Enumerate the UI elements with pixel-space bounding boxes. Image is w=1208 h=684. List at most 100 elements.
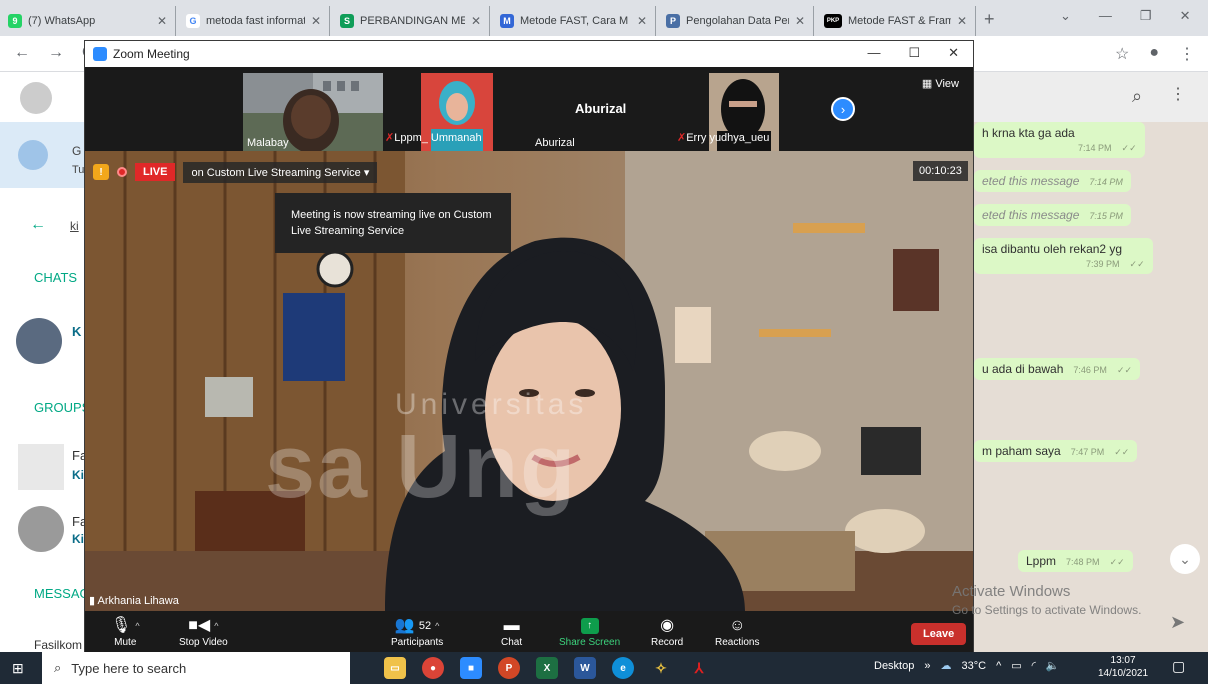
minimize-icon[interactable]: — — [867, 45, 880, 61]
share-screen-button[interactable]: ↑ Share Screen — [559, 615, 620, 648]
reactions-smiley-icon: ☺ — [729, 617, 746, 634]
avatar[interactable] — [16, 318, 62, 364]
close-icon[interactable]: ✕ — [948, 45, 959, 61]
tab-perbandingan[interactable]: S PERBANDINGAN MET ✕ — [332, 6, 490, 36]
tab-metode-fast[interactable]: M Metode FAST, Cara M ✕ — [492, 6, 656, 36]
acrobat-icon[interactable]: ⅄ — [688, 657, 710, 679]
reactions-button[interactable]: ☺ Reactions — [715, 615, 759, 648]
forward-arrow-icon[interactable]: → — [48, 44, 64, 62]
close-tab-icon[interactable]: ✕ — [637, 14, 647, 28]
stop-video-button[interactable]: ■◀ ^ Stop Video — [179, 615, 228, 648]
message-bubble: u ada di bawah 7:46 PM ✓✓ — [974, 358, 1141, 380]
tab-pengolahan-data[interactable]: P Pengolahan Data Pen ✕ — [658, 6, 814, 36]
volume-icon[interactable]: 🔈 — [1046, 659, 1060, 672]
tab-metode-fast-frame[interactable]: PKP Metode FAST & Frame ✕ — [816, 6, 976, 36]
shield-icon[interactable]: ! — [93, 164, 109, 180]
message-time: 7:15 PM — [1089, 211, 1123, 221]
battery-icon[interactable]: ▭ — [1011, 659, 1021, 672]
close-tab-icon[interactable]: ✕ — [471, 14, 481, 28]
activate-windows-sub: Go to Settings to activate Windows. — [952, 603, 1142, 617]
group-avatar[interactable] — [18, 506, 64, 552]
banner-sub: Tu — [72, 164, 85, 176]
restore-icon[interactable]: ❐ — [1140, 8, 1152, 24]
message-text: eted this message — [982, 174, 1080, 188]
profile-icon[interactable]: ● — [1149, 44, 1159, 64]
message-text: eted this message — [982, 208, 1080, 222]
participant-thumb[interactable]: Aburizal Aburizal — [531, 73, 671, 151]
wifi-icon[interactable]: ◜ — [1032, 659, 1036, 672]
caret-up-icon[interactable]: ^ — [435, 616, 439, 636]
group-avatar[interactable] — [18, 444, 64, 490]
notification-center-icon[interactable]: ▢ — [1172, 658, 1185, 675]
chevron-up-icon[interactable]: ^ — [996, 660, 1001, 672]
scroll-down-icon[interactable]: ⌄ — [1170, 544, 1200, 574]
messages-heading: MESSAG — [34, 586, 90, 601]
message-time: 7:39 PM — [1086, 259, 1120, 269]
whatsapp-icon: 9 — [8, 14, 22, 28]
close-tab-icon[interactable]: ✕ — [795, 14, 805, 28]
chat-name[interactable]: K — [72, 324, 81, 339]
message-bubble: Lppm 7:48 PM ✓✓ — [1018, 550, 1133, 572]
next-page-icon[interactable]: › — [831, 97, 855, 121]
leave-button[interactable]: Leave — [911, 623, 967, 645]
zoom-app-icon[interactable]: ■ — [460, 657, 482, 679]
temperature[interactable]: 33°C — [961, 660, 986, 672]
minimize-icon[interactable]: — — [1099, 8, 1112, 24]
grid-icon: ▦ — [921, 78, 936, 90]
banner-label: G — [72, 144, 82, 158]
desktop-toolbar[interactable]: Desktop — [874, 660, 914, 672]
search-icon[interactable]: ⌕ — [1132, 86, 1142, 107]
reactions-label: Reactions — [715, 637, 760, 648]
google-icon: G — [186, 14, 200, 28]
chevron-down-icon[interactable]: ⌄ — [1060, 8, 1071, 24]
chevron-icon[interactable]: » — [924, 660, 930, 672]
back-arrow-icon[interactable]: ← — [14, 44, 30, 62]
close-tab-icon[interactable]: ✕ — [957, 14, 967, 28]
double-check-icon: ✓✓ — [1129, 259, 1145, 269]
site-icon: P — [666, 14, 680, 28]
chrome-icon[interactable]: ● — [422, 657, 444, 679]
windows-start-icon[interactable]: ⊞ — [12, 660, 24, 677]
participants-icon: 👥 — [394, 617, 415, 634]
record-button[interactable]: ◉ Record — [651, 615, 683, 648]
file-explorer-icon[interactable]: ▭ — [384, 657, 406, 679]
participant-name-muted: ✗Erry yudhya_ueu — [677, 131, 769, 144]
powerpoint-icon[interactable]: P — [498, 657, 520, 679]
view-button[interactable]: ▦ View — [922, 77, 959, 90]
close-icon[interactable]: ✕ — [1180, 8, 1191, 24]
notification-banner[interactable]: G Tu — [0, 122, 84, 188]
close-tab-icon[interactable]: ✕ — [311, 14, 321, 28]
app-icon[interactable]: ✧ — [650, 657, 672, 679]
avatar[interactable] — [20, 82, 52, 114]
bookmark-star-icon[interactable]: ☆ — [1115, 44, 1129, 64]
edge-icon[interactable]: e — [612, 657, 634, 679]
kebab-menu-icon[interactable]: ⋮ — [1179, 44, 1195, 64]
caret-up-icon[interactable]: ^ — [214, 616, 218, 636]
participants-button[interactable]: 👥 52 ^ Participants — [391, 615, 443, 648]
tab-whatsapp[interactable]: 9 (7) WhatsApp ✕ — [0, 6, 176, 36]
send-icon[interactable]: ➤ — [1170, 612, 1185, 633]
new-tab-button[interactable]: + — [984, 9, 995, 30]
message-bubble: h krna kta ga ada 7:14 PM ✓✓ — [974, 122, 1145, 158]
excel-icon[interactable]: X — [536, 657, 558, 679]
caret-up-icon[interactable]: ^ — [135, 616, 139, 636]
zoom-logo-icon — [93, 47, 107, 61]
taskbar-clock[interactable]: 13:07 14/10/2021 — [1098, 654, 1148, 680]
chat-button[interactable]: ▬ Chat — [501, 615, 522, 648]
mute-button[interactable]: 🎙 ^ Mute — [111, 615, 140, 648]
sheets-icon: S — [340, 14, 354, 28]
pkp-icon: PKP — [824, 14, 842, 28]
share-screen-label: Share Screen — [559, 637, 621, 648]
tab-google-search[interactable]: G metoda fast informati ✕ — [178, 6, 330, 36]
live-service-dropdown[interactable]: on Custom Live Streaming Service ▾ — [183, 161, 378, 183]
back-arrow-icon[interactable]: ← — [30, 216, 46, 234]
word-icon[interactable]: W — [574, 657, 596, 679]
site-icon: M — [500, 14, 514, 28]
kebab-menu-icon[interactable]: ⋮ — [1170, 84, 1186, 104]
close-tab-icon[interactable]: ✕ — [157, 14, 167, 28]
chats-heading: CHATS — [34, 270, 78, 285]
participant-thumb[interactable]: Malabay — [243, 73, 383, 151]
maximize-icon[interactable]: ☐ — [908, 45, 920, 61]
message-time: 7:14 PM — [1078, 143, 1112, 153]
taskbar-search-box[interactable]: ⌕ Type here to search — [42, 652, 350, 684]
